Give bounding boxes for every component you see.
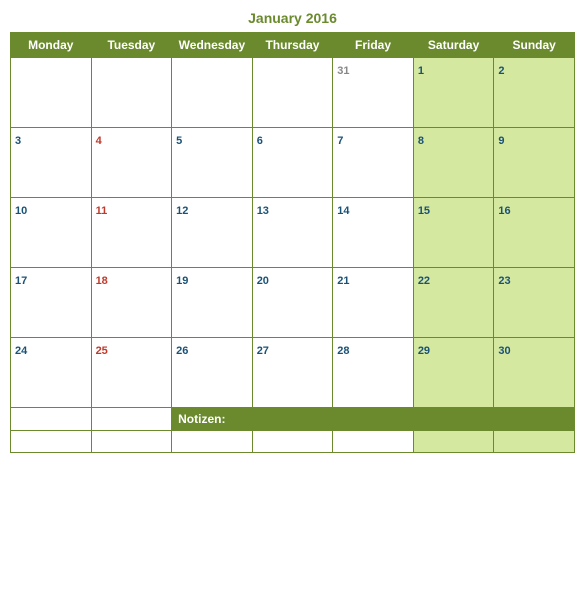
notes-content-cell	[11, 431, 92, 453]
header-tuesday: Tuesday	[91, 33, 172, 58]
notes-row: Notizen:	[11, 408, 575, 431]
day-cell: 10	[11, 198, 92, 268]
day-number: 5	[176, 135, 182, 147]
day-number: 16	[498, 205, 510, 217]
day-number: 19	[176, 275, 188, 287]
day-number: 10	[15, 205, 27, 217]
calendar-table: MondayTuesdayWednesdayThursdayFridaySatu…	[10, 32, 575, 453]
header-monday: Monday	[11, 33, 92, 58]
day-number: 28	[337, 345, 349, 357]
header-sunday: Sunday	[494, 33, 575, 58]
day-number: 6	[257, 135, 263, 147]
calendar-wrapper: January 2016 MondayTuesdayWednesdayThurs…	[10, 10, 575, 453]
day-cell: 27	[252, 338, 333, 408]
day-number: 24	[15, 345, 27, 357]
day-cell: 13	[252, 198, 333, 268]
calendar-title: January 2016	[10, 10, 575, 26]
day-cell: 19	[172, 268, 253, 338]
day-cell	[11, 58, 92, 128]
week-row-2: 10 11 12 13 14 15 16	[11, 198, 575, 268]
header-saturday: Saturday	[413, 33, 494, 58]
header-friday: Friday	[333, 33, 414, 58]
day-cell: 5	[172, 128, 253, 198]
notes-cell: Notizen:	[172, 408, 575, 431]
day-number: 1	[418, 65, 424, 77]
day-cell: 31	[333, 58, 414, 128]
header-wednesday: Wednesday	[172, 33, 253, 58]
day-number: 12	[176, 205, 188, 217]
day-cell	[172, 58, 253, 128]
day-number: 7	[337, 135, 343, 147]
day-cell: 23	[494, 268, 575, 338]
day-cell: 7	[333, 128, 414, 198]
day-cell: 21	[333, 268, 414, 338]
day-number: 23	[498, 275, 510, 287]
day-number: 13	[257, 205, 269, 217]
day-number: 9	[498, 135, 504, 147]
notes-content-cell	[172, 431, 253, 453]
day-number: 15	[418, 205, 430, 217]
day-number: 17	[15, 275, 27, 287]
day-cell	[252, 58, 333, 128]
day-number: 22	[418, 275, 430, 287]
week-row-1: 3 4 5 6 7 8 9	[11, 128, 575, 198]
day-cell: 1	[413, 58, 494, 128]
notes-content-row	[11, 431, 575, 453]
day-cell: 22	[413, 268, 494, 338]
day-cell: 4	[91, 128, 172, 198]
notes-empty-1	[11, 408, 92, 431]
notes-empty-2	[91, 408, 172, 431]
notes-content-cell	[333, 431, 414, 453]
day-number: 3	[15, 135, 21, 147]
day-cell: 29	[413, 338, 494, 408]
day-number: 25	[96, 345, 108, 357]
day-cell: 2	[494, 58, 575, 128]
day-cell: 17	[11, 268, 92, 338]
day-cell: 20	[252, 268, 333, 338]
day-cell	[91, 58, 172, 128]
day-cell: 26	[172, 338, 253, 408]
day-cell: 28	[333, 338, 414, 408]
day-cell: 11	[91, 198, 172, 268]
week-row-3: 17 18 19 20 21 22 23	[11, 268, 575, 338]
day-cell: 6	[252, 128, 333, 198]
day-cell: 15	[413, 198, 494, 268]
day-cell: 30	[494, 338, 575, 408]
notes-content-cell	[91, 431, 172, 453]
day-cell: 8	[413, 128, 494, 198]
day-cell: 24	[11, 338, 92, 408]
day-cell: 14	[333, 198, 414, 268]
day-number: 27	[257, 345, 269, 357]
week-row-0: 31 1 2	[11, 58, 575, 128]
day-number: 29	[418, 345, 430, 357]
day-cell: 18	[91, 268, 172, 338]
day-number: 21	[337, 275, 349, 287]
day-cell: 16	[494, 198, 575, 268]
day-number: 18	[96, 275, 108, 287]
day-cell: 9	[494, 128, 575, 198]
notes-content-cell	[494, 431, 575, 453]
day-number: 31	[337, 65, 349, 77]
notes-content-cell	[413, 431, 494, 453]
day-cell: 12	[172, 198, 253, 268]
day-number: 30	[498, 345, 510, 357]
header-thursday: Thursday	[252, 33, 333, 58]
day-number: 4	[96, 135, 102, 147]
day-number: 2	[498, 65, 504, 77]
day-number: 26	[176, 345, 188, 357]
header-row: MondayTuesdayWednesdayThursdayFridaySatu…	[11, 33, 575, 58]
day-number: 11	[96, 205, 108, 217]
day-number: 8	[418, 135, 424, 147]
day-number: 14	[337, 205, 349, 217]
week-row-4: 24 25 26 27 28 29 30	[11, 338, 575, 408]
notes-content-cell	[252, 431, 333, 453]
day-cell: 25	[91, 338, 172, 408]
day-cell: 3	[11, 128, 92, 198]
day-number: 20	[257, 275, 269, 287]
